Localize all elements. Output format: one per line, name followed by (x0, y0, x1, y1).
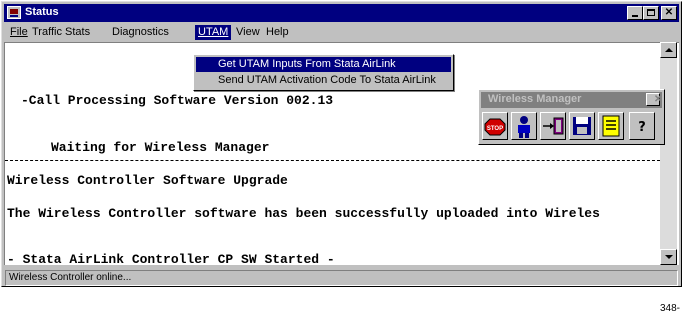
window-title: Status (25, 6, 59, 18)
title-bar[interactable]: Status ✕ (4, 4, 679, 22)
list-icon (602, 115, 620, 137)
menu-utam-label: UTAM (198, 26, 229, 38)
log-line-version: -Call Processing Software Version 002.13 (21, 93, 334, 108)
status-text: Wireless Controller online... (9, 272, 132, 283)
log-line-waiting: Waiting for Wireless Manager (51, 140, 270, 155)
menu-traffic-stats-label: Traffic Stats (32, 26, 91, 38)
log-line-uploaded: The Wireless Controller software has bee… (7, 206, 600, 221)
menu-utam[interactable]: UTAM (195, 25, 232, 40)
menu-diagnostics[interactable]: Diagnostics (109, 25, 172, 40)
log-line-started: - Stata AirLink Controller CP SW Started… (7, 252, 335, 265)
save-icon (573, 117, 591, 135)
arrow-up-icon (665, 48, 673, 52)
close-button[interactable]: ✕ (661, 6, 677, 20)
menu-item-get-utam-inputs-label: Get UTAM Inputs From Stata AirLink (218, 58, 396, 70)
minimize-button[interactable] (627, 6, 643, 20)
close-icon: ✕ (654, 94, 663, 105)
figure-number: 348- (659, 303, 680, 314)
status-bar: Wireless Controller online... (5, 270, 678, 286)
maximize-icon (647, 9, 655, 16)
close-icon: ✕ (664, 7, 674, 18)
log-separator (5, 160, 665, 161)
svg-text:?: ? (638, 120, 646, 135)
menu-help[interactable]: Help (263, 25, 292, 40)
menu-item-send-utam-activation[interactable]: Send UTAM Activation Code To Stata AirLi… (196, 73, 451, 88)
wireless-manager-close-button[interactable]: ✕ (646, 93, 663, 106)
help-icon: ? (638, 120, 646, 135)
list-button[interactable] (598, 112, 624, 140)
menu-item-get-utam-inputs[interactable]: Get UTAM Inputs From Stata AirLink (196, 57, 451, 72)
menu-file[interactable]: File (7, 25, 31, 40)
arrow-down-icon (665, 255, 673, 259)
user-button[interactable] (511, 112, 537, 140)
save-button[interactable] (569, 112, 595, 140)
menu-file-label: File (10, 26, 28, 38)
help-button[interactable]: ? (629, 112, 655, 140)
menu-view-label: View (236, 26, 260, 38)
maximize-button[interactable] (643, 6, 659, 20)
minimize-icon (632, 15, 638, 17)
transfer-icon (543, 117, 564, 135)
menu-help-label: Help (266, 26, 289, 38)
vertical-scrollbar[interactable] (660, 42, 677, 265)
menu-view[interactable]: View (233, 25, 263, 40)
svg-text:STOP: STOP (487, 126, 503, 132)
scroll-down-button[interactable] (660, 249, 677, 265)
status-app-icon[interactable] (7, 6, 21, 19)
transfer-button[interactable] (540, 112, 566, 140)
menu-item-send-utam-activation-label: Send UTAM Activation Code To Stata AirLi… (218, 74, 436, 86)
person-icon (518, 116, 530, 138)
menu-diagnostics-label: Diagnostics (112, 26, 169, 38)
menu-traffic-stats[interactable]: Traffic Stats (29, 25, 93, 40)
utam-dropdown-menu: Get UTAM Inputs From Stata AirLink Send … (193, 54, 454, 91)
wireless-manager-title: Wireless Manager (488, 93, 582, 105)
wireless-manager-palette: Wireless Manager ✕ STOP ? (478, 89, 665, 145)
wireless-manager-title-bar[interactable]: Wireless Manager ✕ (481, 92, 662, 108)
stop-icon: STOP (484, 118, 506, 136)
stop-button[interactable]: STOP (482, 112, 508, 140)
log-line-upgrade: Wireless Controller Software Upgrade (7, 173, 288, 188)
menu-bar: File Traffic Stats Diagnostics UTAM View… (4, 23, 679, 41)
scroll-up-button[interactable] (660, 42, 677, 58)
